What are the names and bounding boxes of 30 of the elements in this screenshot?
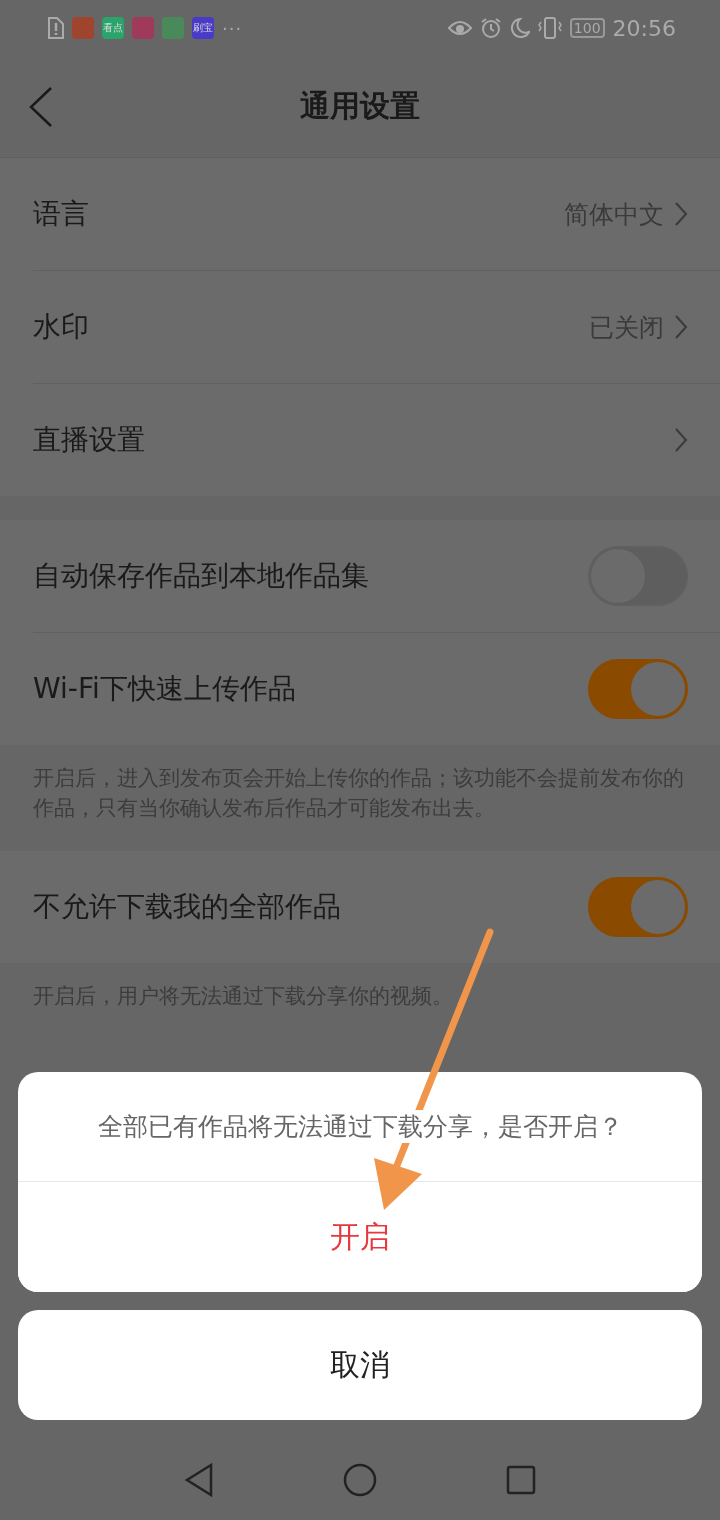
back-icon[interactable] [28, 86, 54, 128]
toggle-switch[interactable] [588, 877, 688, 937]
eye-icon [447, 19, 472, 37]
app-icon: 刷宝 [192, 17, 214, 39]
vibrate-icon [537, 17, 562, 39]
recents-nav-icon[interactable] [505, 1465, 536, 1495]
back-nav-icon[interactable] [184, 1463, 215, 1497]
home-nav-icon[interactable] [343, 1463, 377, 1497]
setting-label: 直播设置 [33, 422, 146, 458]
clock-time: 20:56 [612, 15, 676, 41]
app-icon: 看点 [102, 17, 124, 39]
setting-label: 语言 [33, 196, 90, 232]
setting-label: 不允许下载我的全部作品 [33, 889, 342, 925]
app-icon [72, 17, 94, 39]
more-icon: ··· [222, 17, 243, 39]
moon-icon [509, 17, 530, 39]
app-icon [132, 17, 154, 39]
alarm-icon [479, 17, 502, 39]
chevron-right-icon[interactable] [674, 427, 688, 453]
chevron-right-icon[interactable] [674, 201, 688, 227]
page-title: 通用设置 [300, 87, 420, 125]
setting-label: 水印 [33, 309, 90, 345]
battery-level: 100 [569, 18, 605, 38]
toggle-switch[interactable] [588, 659, 688, 719]
setting-label: 自动保存作品到本地作品集 [33, 558, 370, 594]
cancel-button[interactable]: 取消 [18, 1310, 702, 1420]
app-icon [162, 17, 184, 39]
chevron-right-icon[interactable] [674, 314, 688, 340]
sim-warning-icon [46, 17, 64, 39]
setting-label: Wi-Fi下快速上传作品 [33, 671, 297, 707]
